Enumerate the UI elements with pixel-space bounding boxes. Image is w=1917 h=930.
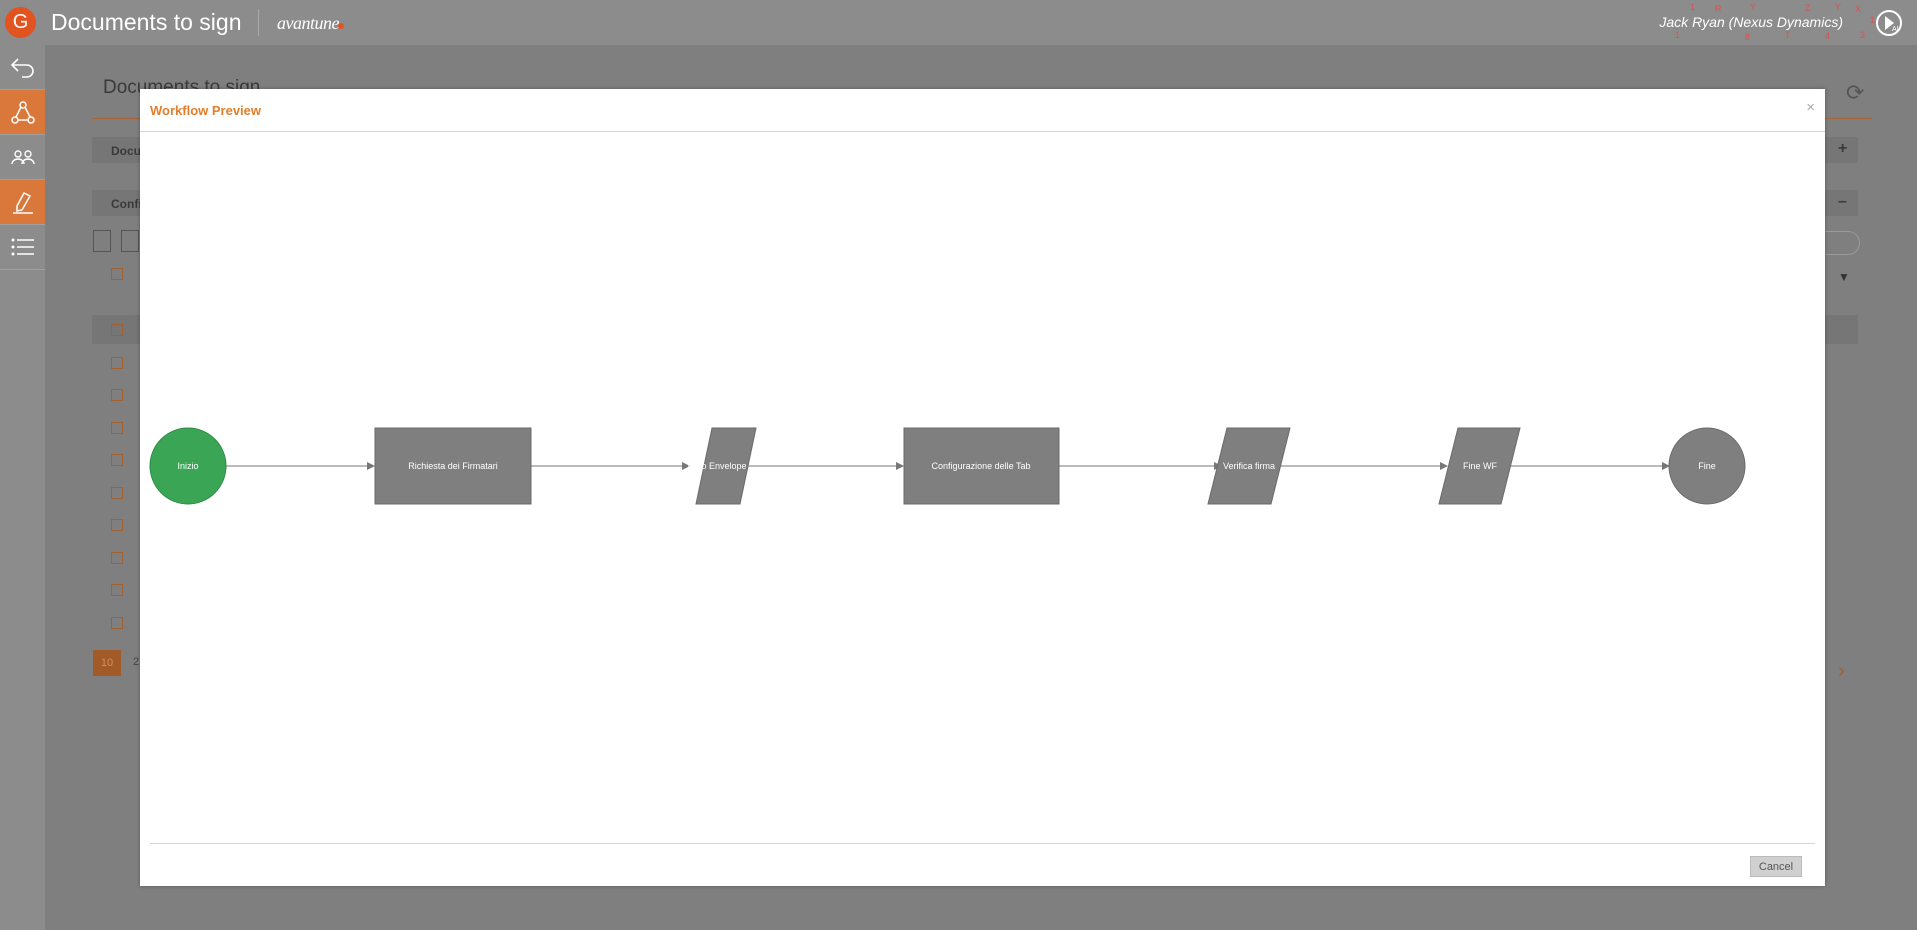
node-label: Fine (1698, 461, 1716, 471)
workflow-preview-modal: Workflow Preview × Inizio Richiesta dei … (140, 89, 1825, 886)
workflow-diagram: Inizio Richiesta dei Firmatari Invio Env… (149, 427, 1746, 505)
row-checkbox[interactable] (111, 324, 123, 336)
brand-dot (338, 23, 344, 29)
modal-footer-divider (150, 843, 1815, 844)
pagination-current[interactable]: 10 (93, 650, 121, 676)
collapse-icon[interactable]: – (1838, 193, 1847, 211)
node-label: Fine WF (1463, 461, 1498, 471)
node-label: Verifica firma (1223, 461, 1275, 471)
row-checkbox[interactable] (111, 454, 123, 466)
node-label: Invio Envelope (687, 461, 746, 471)
select-all-checkbox[interactable] (111, 268, 123, 280)
row-checkbox[interactable] (111, 584, 123, 596)
header-divider (258, 9, 259, 36)
top-bar: G Documents to sign avantune 1RY ZYX 18T… (0, 0, 1917, 45)
document-edit-icon[interactable] (121, 230, 139, 252)
user-name[interactable]: Jack Ryan (Nexus Dynamics) (1659, 14, 1843, 30)
row-checkbox[interactable] (111, 389, 123, 401)
node-richiesta-firmatari[interactable]: Richiesta dei Firmatari (374, 427, 532, 505)
sidebar (0, 45, 45, 930)
sidebar-item-back[interactable] (0, 45, 45, 90)
node-inizio[interactable]: Inizio (149, 427, 227, 505)
app-title: Documents to sign (51, 9, 242, 35)
config-panel-label: Confi (111, 197, 142, 211)
node-invio-envelope[interactable]: Invio Envelope (687, 427, 757, 505)
list-icon (11, 238, 34, 256)
next-page-icon[interactable]: › (1838, 660, 1845, 683)
ai-badge: AI (1892, 26, 1899, 33)
row-checkbox[interactable] (111, 357, 123, 369)
sidebar-item-signers[interactable] (0, 135, 45, 180)
signers-icon (11, 150, 35, 165)
node-fine-wf[interactable]: Fine WF (1438, 427, 1521, 505)
expand-icon[interactable]: + (1838, 140, 1847, 158)
app-logo-icon[interactable]: G (5, 7, 36, 38)
filter-icon[interactable]: ▼ (1838, 270, 1850, 284)
sidebar-item-sign[interactable] (0, 180, 45, 225)
node-label: Inizio (177, 461, 198, 471)
node-verifica-firma[interactable]: Verifica firma (1207, 427, 1291, 505)
pagination-page[interactable]: 2 (133, 656, 139, 668)
node-label: Configurazione delle Tab (932, 461, 1031, 471)
row-checkbox[interactable] (111, 422, 123, 434)
document-preview-icon[interactable] (93, 230, 111, 252)
row-checkbox[interactable] (111, 617, 123, 629)
documents-panel-label: Docu (111, 144, 141, 158)
sidebar-item-list[interactable] (0, 225, 45, 270)
sidebar-item-workflow[interactable] (0, 90, 45, 135)
cancel-button[interactable]: Cancel (1750, 856, 1802, 877)
workflow-icon (11, 101, 35, 124)
row-checkbox[interactable] (111, 552, 123, 564)
node-fine[interactable]: Fine (1668, 427, 1746, 505)
refresh-icon[interactable]: ⟳ (1846, 80, 1864, 106)
node-configurazione-tab[interactable]: Configurazione delle Tab (903, 427, 1060, 505)
row-checkbox[interactable] (111, 519, 123, 531)
back-arrow-icon (10, 58, 34, 78)
row-checkbox[interactable] (111, 487, 123, 499)
node-label: Richiesta dei Firmatari (408, 461, 498, 471)
brand-logo: avantune (277, 13, 339, 33)
sign-pen-icon (13, 192, 33, 214)
